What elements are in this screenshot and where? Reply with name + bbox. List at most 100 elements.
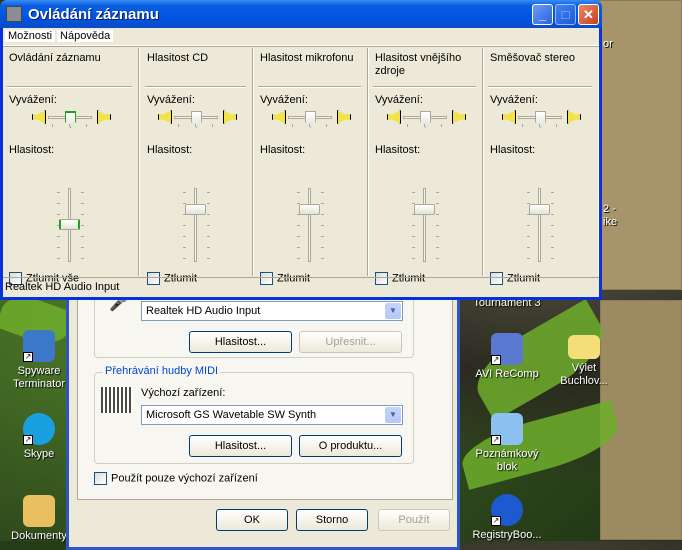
volume-tick <box>183 247 186 248</box>
apply-button[interactable]: Použít <box>378 509 450 531</box>
column-title: Ovládání záznamu <box>9 52 101 64</box>
balance-slider-thumb[interactable] <box>420 111 431 128</box>
balance-tick <box>407 124 408 127</box>
balance-slider[interactable] <box>174 111 218 128</box>
desktop-icon-folder-vylet[interactable]: Výlet Buchlov... <box>547 335 621 388</box>
volume-tick <box>183 236 186 237</box>
checkbox-label: Použít pouze výchozí zařízení <box>111 472 258 485</box>
documents-icon <box>23 495 55 527</box>
volume-slider[interactable] <box>185 188 206 262</box>
balance-slider[interactable] <box>403 111 447 128</box>
volume-tick <box>436 247 439 248</box>
volume-tick <box>412 225 415 226</box>
divider <box>373 86 476 88</box>
volume-tick <box>207 214 210 215</box>
desktop-icon-avi-recomp[interactable]: ↗ AVI ReComp <box>470 333 544 381</box>
balance-slider-thumb[interactable] <box>305 111 316 128</box>
desktop-icon-skype[interactable]: ↗ Skype <box>2 413 76 461</box>
volume-tick <box>207 236 210 237</box>
volume-tick <box>207 247 210 248</box>
mixer-column: Hlasitost vnějšího zdroje Vyvážení: Hlas… <box>369 48 483 285</box>
volume-tick <box>81 258 84 259</box>
volume-tick <box>207 258 210 259</box>
volume-slider[interactable] <box>529 188 550 262</box>
volume-tick <box>436 236 439 237</box>
balance-slider-thumb[interactable] <box>65 111 76 128</box>
volume-slider[interactable] <box>414 188 435 262</box>
volume-tick <box>527 236 530 237</box>
use-default-only-checkbox[interactable]: Použít pouze výchozí zařízení <box>94 472 258 485</box>
selected-value: Microsoft GS Wavetable SW Synth <box>146 409 317 421</box>
balance-tick <box>69 124 70 127</box>
volume-tick <box>527 225 530 226</box>
mixer-column: Hlasitost CD Vyvážení: Hlasitost: Ztlumi… <box>141 48 253 285</box>
maximize-button[interactable]: □ <box>555 4 576 25</box>
volume-tick <box>81 236 84 237</box>
midi-keyboard-icon <box>101 387 133 413</box>
cancel-button[interactable]: Storno <box>296 509 368 531</box>
title-bar[interactable]: Ovládání záznamu _ □ ✕ <box>0 0 602 28</box>
balance-tick <box>52 124 53 127</box>
balance-label: Vyvážení: <box>490 94 538 106</box>
mixer-column: Směšovač stereo Vyvážení: Hlasitost: Ztl… <box>484 48 598 285</box>
balance-tick <box>326 124 327 127</box>
volume-slider[interactable] <box>59 188 80 262</box>
chevron-down-icon[interactable]: ▼ <box>385 303 401 319</box>
balance-slider[interactable] <box>518 111 562 128</box>
volume-label: Hlasitost: <box>9 144 55 156</box>
desktop-icon-spyware-terminator[interactable]: ↗ Spyware Terminator <box>2 330 76 391</box>
balance-slider[interactable] <box>288 111 332 128</box>
volume-tick <box>551 192 554 193</box>
volume-tick <box>297 258 300 259</box>
volume-tick <box>436 192 439 193</box>
speaker-left-icon <box>272 109 284 123</box>
checkbox[interactable] <box>94 472 107 485</box>
divider <box>258 86 361 88</box>
midi-volume-button[interactable]: Hlasitost... <box>189 435 292 457</box>
folder-icon <box>568 335 600 359</box>
balance-slider-thumb[interactable] <box>191 111 202 128</box>
volume-slider-thumb[interactable] <box>185 204 206 215</box>
speaker-right-icon <box>569 109 581 123</box>
balance-tick <box>195 124 196 127</box>
close-button[interactable]: ✕ <box>578 4 599 25</box>
desktop-icon-registrybooster[interactable]: ↗ RegistryBoo... <box>470 494 544 542</box>
divider <box>7 86 132 88</box>
balance-tick <box>292 124 293 127</box>
chevron-down-icon[interactable]: ▼ <box>385 407 401 423</box>
volume-tick <box>57 247 60 248</box>
volume-slider-thumb[interactable] <box>299 204 320 215</box>
ok-button[interactable]: OK <box>216 509 288 531</box>
volume-tick <box>297 236 300 237</box>
column-title: Hlasitost vnějšího zdroje <box>375 52 462 77</box>
midi-device-select[interactable]: Microsoft GS Wavetable SW Synth ▼ <box>141 405 403 425</box>
volume-slider[interactable] <box>299 188 320 262</box>
midi-default-label: Výchozí zařízení: <box>141 387 226 399</box>
minimize-button[interactable]: _ <box>532 4 553 25</box>
volume-tick <box>57 203 60 204</box>
desktop-icon-notepad[interactable]: ↗ Poznámkový blok <box>470 413 544 474</box>
balance-slider[interactable] <box>48 111 92 128</box>
recording-device-select[interactable]: Realtek HD Audio Input ▼ <box>141 301 403 321</box>
volume-label: Hlasitost: <box>147 144 193 156</box>
menu-help[interactable]: Nápověda <box>57 30 114 42</box>
volume-slider-thumb[interactable] <box>414 204 435 215</box>
volume-slider-thumb[interactable] <box>529 204 550 215</box>
window-title: Ovládání záznamu <box>28 6 159 23</box>
balance-slider-thumb[interactable] <box>535 111 546 128</box>
recording-advanced-button[interactable]: Upřesnit... <box>299 331 402 353</box>
menu-options[interactable]: Možnosti <box>5 30 56 42</box>
volume-tick <box>321 236 324 237</box>
desktop-icon-dokumenty[interactable]: Dokumenty <box>2 495 76 543</box>
balance-tick <box>178 124 179 127</box>
column-title: Hlasitost CD <box>147 52 209 64</box>
volume-tick <box>436 258 439 259</box>
midi-about-button[interactable]: O produktu... <box>299 435 402 457</box>
icon-label: Dokumenty <box>11 530 67 542</box>
balance-label: Vyvážení: <box>375 94 423 106</box>
balance-tick <box>212 124 213 127</box>
recording-control-window: Ovládání záznamu _ □ ✕ Možnosti Nápověda … <box>0 0 602 300</box>
volume-tick <box>57 236 60 237</box>
recording-volume-button[interactable]: Hlasitost... <box>189 331 292 353</box>
volume-slider-thumb[interactable] <box>59 219 80 230</box>
